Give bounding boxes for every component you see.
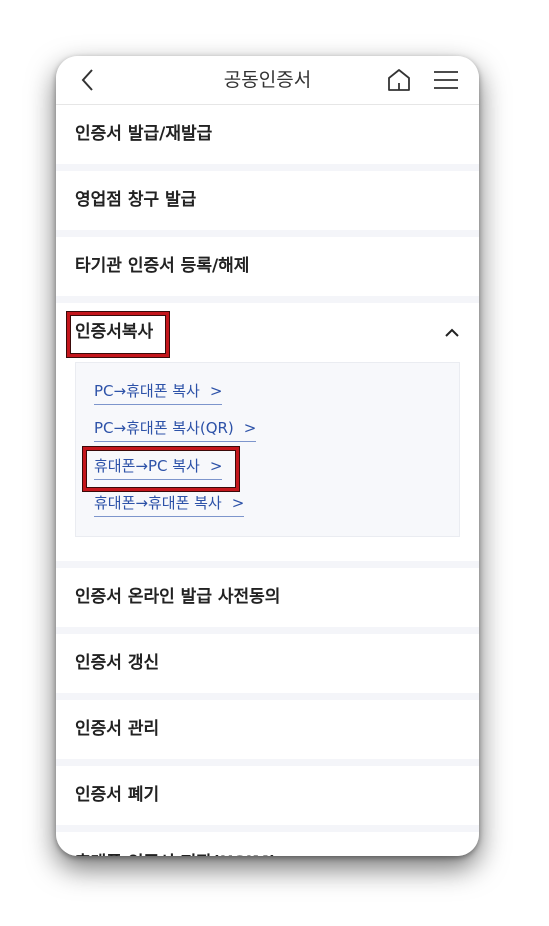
chevron-left-icon <box>81 69 93 91</box>
link-label: 휴대폰→PC 복사 <box>94 457 200 475</box>
hamburger-menu-icon <box>434 71 458 89</box>
menu-item-usim[interactable]: 휴대폰 인증서 저장(USIM) <box>56 832 479 856</box>
app-header: 공동인증서 <box>56 56 479 105</box>
menu-item-label: 인증서 온라인 발급 사전동의 <box>75 587 281 607</box>
menu-item-label: 영업점 창구 발급 <box>75 190 197 210</box>
link-label: PC→휴대폰 복사 <box>94 382 200 400</box>
menu-item-manage[interactable]: 인증서 관리 <box>56 700 479 766</box>
menu-list: 인증서 발급/재발급 영업점 창구 발급 타기관 인증서 등록/해제 인증서복사… <box>56 105 479 856</box>
copy-submenu: PC→휴대폰 복사 > PC→휴대폰 복사(QR) > 휴대폰→PC 복사 > 휴대폰… <box>75 362 460 537</box>
link-phone-to-pc[interactable]: 휴대폰→PC 복사 > <box>94 453 223 480</box>
menu-item-label: 인증서 관리 <box>75 719 160 739</box>
menu-section-copy-toggle[interactable]: 인증서복사 <box>56 303 479 362</box>
menu-item-other-register[interactable]: 타기관 인증서 등록/해제 <box>56 237 479 303</box>
chevron-up-icon <box>445 328 459 337</box>
menu-item-label: 휴대폰 인증서 저장(USIM) <box>75 848 277 856</box>
link-label: PC→휴대폰 복사(QR) <box>94 419 234 437</box>
menu-item-label: 인증서 발급/재발급 <box>75 124 213 144</box>
phone-frame: 공동인증서 인증서 발급/재발급 영업점 창구 발급 타기관 인증서 등록/해제 <box>56 56 479 856</box>
link-arrow-icon: > <box>209 382 223 400</box>
link-pc-to-phone[interactable]: PC→휴대폰 복사 > <box>94 378 223 405</box>
link-arrow-icon: > <box>231 494 245 512</box>
menu-section-copy: 인증서복사 PC→휴대폰 복사 > PC→휴대폰 복사(QR) > 휴대폰→PC 복… <box>56 303 479 568</box>
back-button[interactable] <box>74 66 102 94</box>
page-title: 공동인증서 <box>223 69 312 91</box>
menu-item-revoke[interactable]: 인증서 폐기 <box>56 766 479 832</box>
menu-item-label: 인증서 갱신 <box>75 653 160 673</box>
link-phone-to-phone[interactable]: 휴대폰→휴대폰 복사 > <box>94 490 245 517</box>
home-icon <box>388 69 410 91</box>
menu-button[interactable] <box>431 65 461 95</box>
link-label: 휴대폰→휴대폰 복사 <box>94 494 222 512</box>
menu-item-renew[interactable]: 인증서 갱신 <box>56 634 479 700</box>
menu-item-online-consent[interactable]: 인증서 온라인 발급 사전동의 <box>56 568 479 634</box>
link-arrow-icon: > <box>243 419 257 437</box>
menu-item-label: 인증서 폐기 <box>75 785 160 805</box>
link-arrow-icon: > <box>209 457 223 475</box>
menu-item-branch-issue[interactable]: 영업점 창구 발급 <box>56 171 479 237</box>
link-pc-to-phone-qr[interactable]: PC→휴대폰 복사(QR) > <box>94 415 257 442</box>
menu-item-label: 타기관 인증서 등록/해제 <box>75 256 250 276</box>
home-button[interactable] <box>384 65 414 95</box>
menu-item-issue[interactable]: 인증서 발급/재발급 <box>56 105 479 171</box>
menu-section-label: 인증서복사 <box>75 322 154 342</box>
